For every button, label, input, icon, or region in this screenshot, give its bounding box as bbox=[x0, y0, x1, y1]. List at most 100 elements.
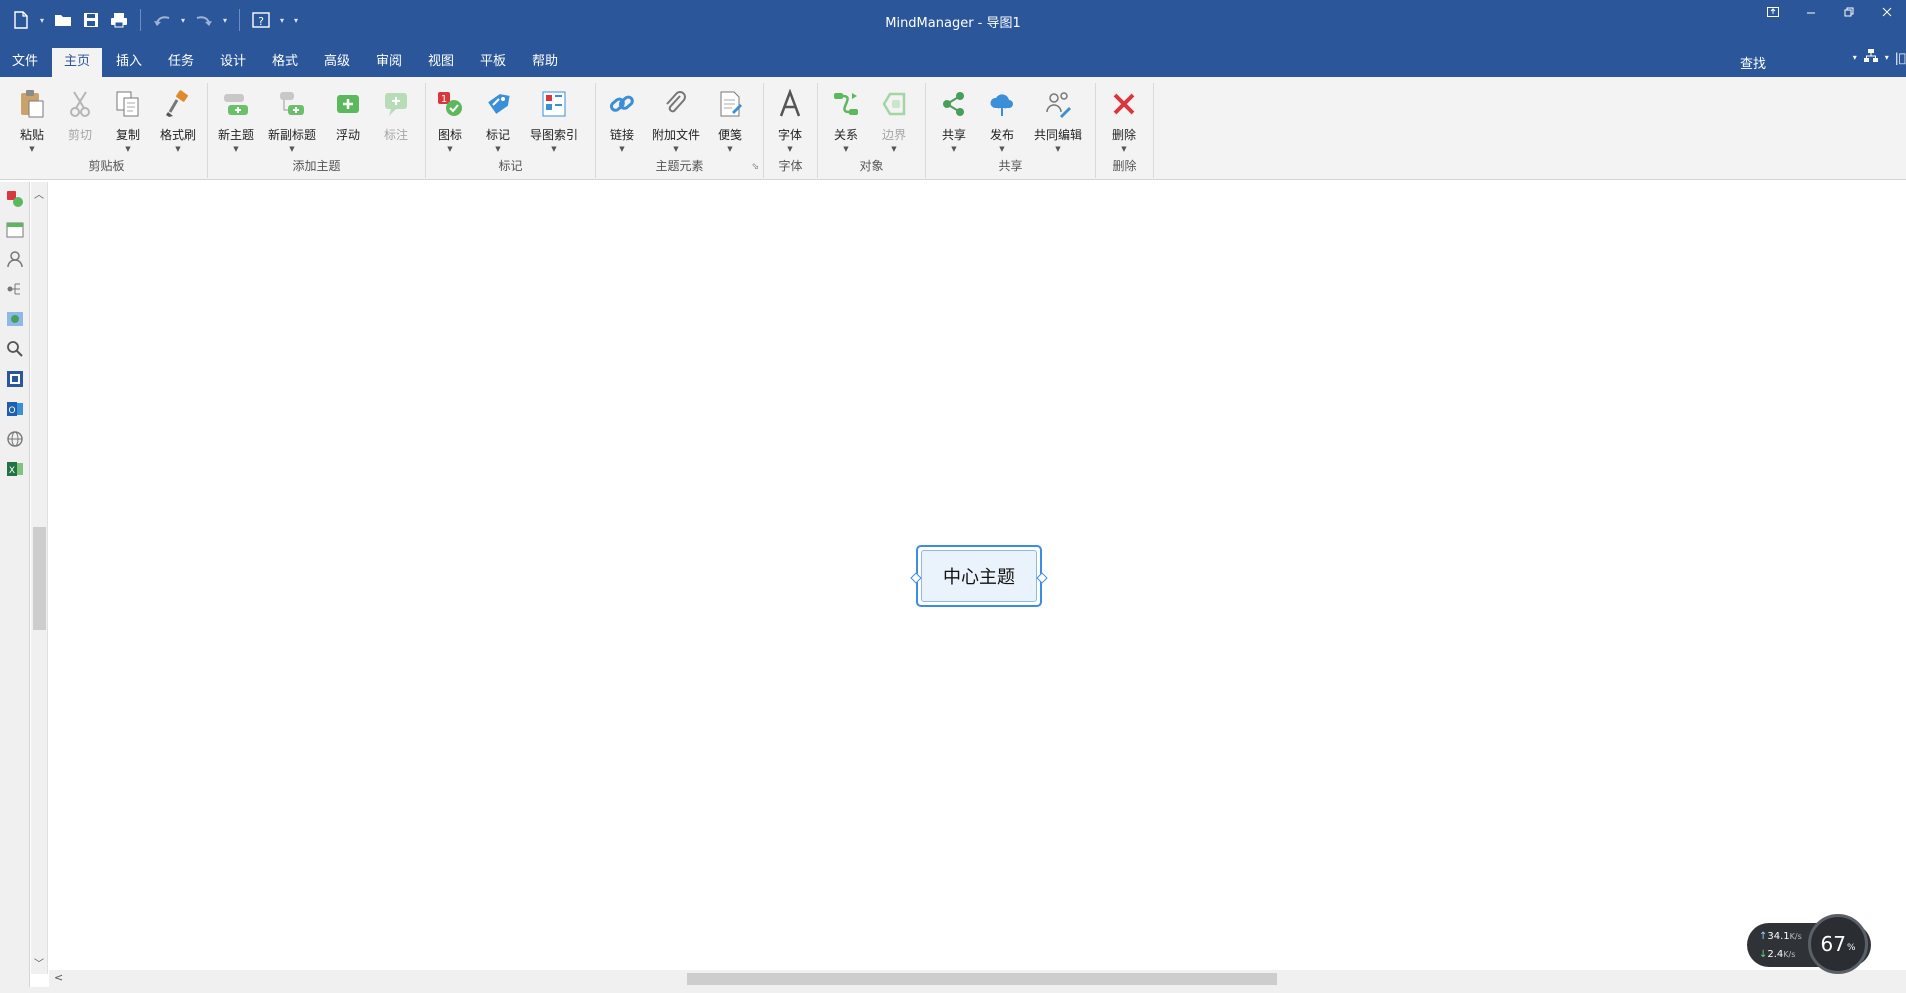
outlook-icon[interactable]: O bbox=[3, 396, 27, 422]
floating-topic-icon bbox=[332, 88, 364, 120]
vertical-scrollbar[interactable]: ︿ ﹀ bbox=[31, 182, 48, 974]
close-icon[interactable] bbox=[1868, 0, 1906, 24]
scroll-left-icon[interactable]: < bbox=[54, 971, 63, 984]
restore-icon[interactable] bbox=[1830, 0, 1868, 24]
chevron-down-icon: ▼ bbox=[787, 145, 793, 153]
tab-insert[interactable]: 插入 bbox=[108, 51, 150, 77]
font-button[interactable]: 字体 ▼ bbox=[770, 88, 810, 158]
group-label-add-topic: 添加主题 bbox=[292, 159, 341, 173]
tab-bar-tools: ▾ ▾ |⃞ bbox=[1853, 48, 1906, 67]
window-title: MindManager - 导图1 bbox=[885, 16, 1021, 31]
relationship-button[interactable]: 关系 ▼ bbox=[826, 88, 866, 158]
paste-icon bbox=[16, 88, 48, 120]
floating-topic-button[interactable]: 浮动 bbox=[328, 88, 368, 158]
attach-file-button[interactable]: 附加文件 ▼ bbox=[648, 88, 704, 158]
group-label-clipboard: 剪贴板 bbox=[88, 159, 125, 173]
tab-advanced[interactable]: 高级 bbox=[316, 51, 358, 77]
tab-tablet[interactable]: 平板 bbox=[472, 51, 514, 77]
new-topic-icon bbox=[220, 88, 252, 120]
vertical-scroll-thumb[interactable] bbox=[33, 527, 46, 630]
group-markers: 1 图标 ▼ 标记 ▼ 导图索引 ▼ 标记 bbox=[426, 83, 596, 178]
boundary-icon bbox=[878, 88, 910, 120]
search-icon[interactable] bbox=[3, 336, 27, 362]
icons-button[interactable]: 1 图标 ▼ bbox=[430, 88, 470, 158]
chevron-down-icon: ▼ bbox=[447, 145, 453, 153]
icon-marker-icon: 1 bbox=[434, 88, 466, 120]
format-painter-button[interactable]: 格式刷 ▼ bbox=[156, 88, 200, 158]
callout-button[interactable]: 标注 bbox=[376, 88, 416, 158]
svg-text:O: O bbox=[8, 406, 15, 416]
copy-button[interactable]: 复制 ▼ bbox=[108, 88, 148, 158]
tab-home[interactable]: 主页 bbox=[52, 48, 102, 77]
title-bar: ▾ ▾ ▾ ? ▾ ▾ MindManager - 导图1 bbox=[0, 0, 1906, 40]
excel-icon[interactable]: X bbox=[3, 456, 27, 482]
library-icon[interactable] bbox=[3, 306, 27, 332]
org-chart-icon[interactable] bbox=[1863, 48, 1879, 67]
chevron-down-icon: ▼ bbox=[551, 145, 557, 153]
paste-button[interactable]: 粘贴 ▼ bbox=[12, 88, 52, 158]
font-icon bbox=[774, 88, 806, 120]
side-panel-bar: O X bbox=[0, 182, 30, 993]
map-parts-icon[interactable] bbox=[3, 276, 27, 302]
svg-text:1: 1 bbox=[441, 94, 447, 105]
tab-file[interactable]: 文件 bbox=[4, 51, 46, 77]
group-clipboard: 粘贴 ▼ 剪切 复制 ▼ 格式刷 ▼ 剪贴板 bbox=[6, 83, 208, 178]
chevron-down-icon: ▼ bbox=[175, 145, 181, 153]
relationship-icon bbox=[830, 88, 862, 120]
tab-format[interactable]: 格式 bbox=[264, 51, 306, 77]
cpu-usage-gauge[interactable]: 67% bbox=[1808, 914, 1868, 974]
new-topic-button[interactable]: 新主题 ▼ bbox=[214, 88, 258, 158]
chevron-down-icon: ▼ bbox=[951, 145, 957, 153]
horizontal-scroll-thumb[interactable] bbox=[687, 973, 1277, 985]
upload-speed: ↑34.1K/s bbox=[1759, 931, 1802, 942]
minimize-icon[interactable] bbox=[1792, 0, 1830, 24]
horizontal-scrollbar[interactable]: < bbox=[49, 970, 1906, 987]
tags-button[interactable]: 标记 ▼ bbox=[478, 88, 518, 158]
group-share: 共享 ▼ 发布 ▼ 共同编辑 ▼ 共享 bbox=[926, 83, 1096, 178]
central-topic-label: 中心主题 bbox=[921, 550, 1037, 602]
chevron-down-icon: ▼ bbox=[1121, 145, 1127, 153]
chevron-down-icon: ▼ bbox=[619, 145, 625, 153]
link-button[interactable]: 链接 ▼ bbox=[602, 88, 642, 158]
map-canvas[interactable]: 中心主题 bbox=[49, 182, 1906, 974]
cut-button[interactable]: 剪切 bbox=[60, 88, 100, 158]
overview-icon[interactable] bbox=[3, 366, 27, 392]
search-label[interactable]: 查找 bbox=[1740, 53, 1766, 72]
ribbon-display-icon[interactable] bbox=[1754, 0, 1792, 24]
task-info-icon[interactable] bbox=[3, 186, 27, 212]
right-handle-icon[interactable] bbox=[1036, 572, 1048, 584]
panel-toggle-icon[interactable]: |⃞ bbox=[1895, 51, 1906, 65]
tab-design[interactable]: 设计 bbox=[212, 51, 254, 77]
svg-text:X: X bbox=[9, 466, 15, 476]
share-icon bbox=[938, 88, 970, 120]
status-strip bbox=[0, 987, 1906, 993]
publish-button[interactable]: 发布 ▼ bbox=[982, 88, 1022, 158]
chevron-down-icon: ▼ bbox=[673, 145, 679, 153]
boundary-button[interactable]: 边界 ▼ bbox=[874, 88, 914, 158]
tab-view[interactable]: 视图 bbox=[420, 51, 462, 77]
scroll-down-icon[interactable]: ﹀ bbox=[34, 955, 44, 970]
scroll-up-icon[interactable]: ︿ bbox=[34, 186, 44, 201]
delete-button[interactable]: 删除 ▼ bbox=[1104, 88, 1144, 158]
globe-icon[interactable] bbox=[3, 426, 27, 452]
calendar-icon[interactable] bbox=[3, 216, 27, 242]
resources-icon[interactable] bbox=[3, 246, 27, 272]
notes-button[interactable]: 便笺 ▼ bbox=[710, 88, 750, 158]
download-speed: ↓2.4K/s bbox=[1759, 949, 1796, 960]
chevron-down-icon[interactable]: ▾ bbox=[1853, 53, 1857, 62]
central-topic[interactable]: 中心主题 bbox=[910, 545, 1048, 607]
left-handle-icon[interactable] bbox=[910, 572, 922, 584]
tab-task[interactable]: 任务 bbox=[160, 51, 202, 77]
new-subtopic-icon bbox=[276, 88, 308, 120]
window-controls bbox=[1754, 0, 1906, 24]
tab-help[interactable]: 帮助 bbox=[524, 51, 566, 77]
map-index-button[interactable]: 导图索引 ▼ bbox=[526, 88, 582, 158]
chevron-down-icon: ▼ bbox=[727, 145, 733, 153]
tab-review[interactable]: 审阅 bbox=[368, 51, 410, 77]
share-button[interactable]: 共享 ▼ bbox=[934, 88, 974, 158]
new-subtopic-button[interactable]: 新副标题 ▼ bbox=[264, 88, 320, 158]
chevron-down-icon[interactable]: ▾ bbox=[1885, 53, 1889, 62]
coedit-button[interactable]: 共同编辑 ▼ bbox=[1030, 88, 1086, 158]
chevron-down-icon: ▼ bbox=[289, 145, 295, 153]
group-label-share: 共享 bbox=[998, 159, 1023, 173]
